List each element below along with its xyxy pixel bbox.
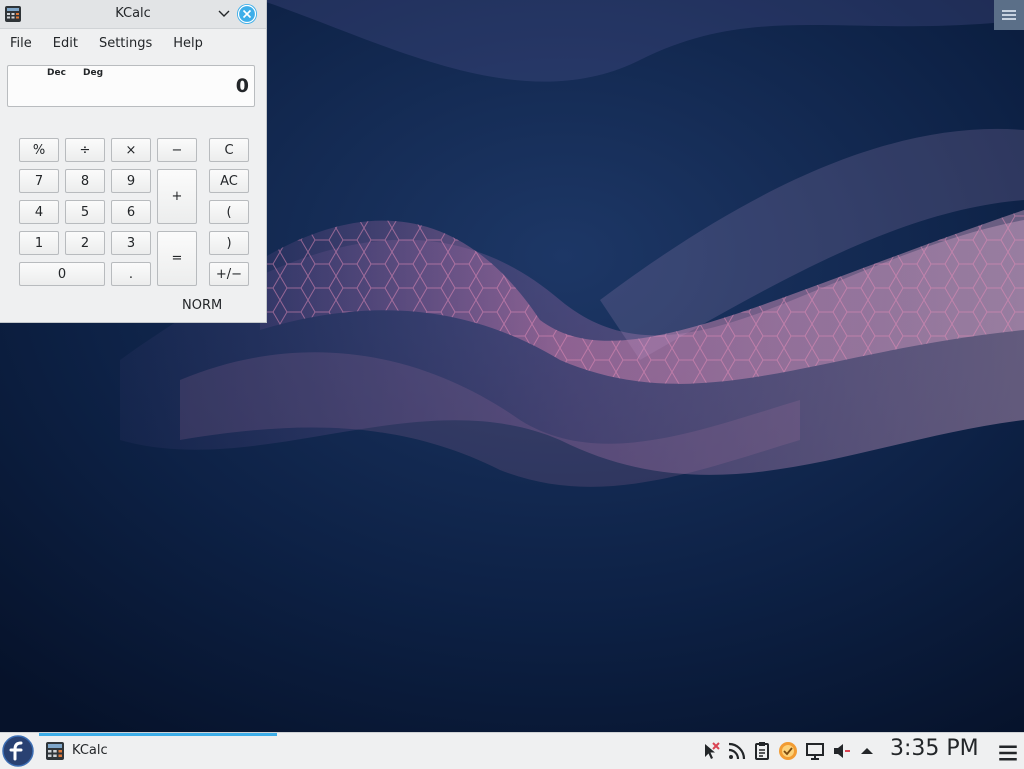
digit-3-button[interactable]: 3 bbox=[111, 231, 151, 255]
window-titlebar[interactable]: KCalc bbox=[0, 0, 266, 29]
taskbar: KCalc 3:35 PM bbox=[0, 732, 1024, 769]
decimal-button[interactable]: . bbox=[111, 262, 151, 286]
digit-8-button[interactable]: 8 bbox=[65, 169, 105, 193]
minimize-chevron-icon[interactable] bbox=[215, 6, 233, 22]
clipboard-icon[interactable] bbox=[752, 741, 772, 761]
multiply-button[interactable]: × bbox=[111, 138, 151, 162]
calculator-display[interactable]: Dec Deg 0 bbox=[7, 65, 255, 107]
status-mode-label: NORM bbox=[182, 298, 223, 313]
equals-button[interactable]: = bbox=[157, 231, 197, 286]
digit-0-button[interactable]: 0 bbox=[19, 262, 105, 286]
all-clear-button[interactable]: AC bbox=[209, 169, 249, 193]
taskbar-task-kcalc[interactable]: KCalc bbox=[39, 733, 277, 769]
digit-9-button[interactable]: 9 bbox=[111, 169, 151, 193]
menu-bar: File Edit Settings Help bbox=[0, 29, 266, 57]
display-value: 0 bbox=[235, 75, 249, 97]
kcalc-task-icon bbox=[46, 742, 64, 760]
kcalc-window: KCalc File Edit Settings Help Dec Deg 0 … bbox=[0, 0, 267, 323]
menu-edit[interactable]: Edit bbox=[47, 36, 84, 51]
sign-toggle-button[interactable]: +/− bbox=[209, 262, 249, 286]
input-method-icon[interactable] bbox=[701, 741, 721, 761]
task-label: KCalc bbox=[72, 743, 108, 758]
base-mode-indicator: Dec bbox=[47, 68, 66, 78]
clear-button[interactable]: C bbox=[209, 138, 249, 162]
digit-1-button[interactable]: 1 bbox=[19, 231, 59, 255]
updates-icon[interactable] bbox=[778, 741, 798, 761]
rss-feed-icon[interactable] bbox=[727, 741, 747, 761]
digit-2-button[interactable]: 2 bbox=[65, 231, 105, 255]
volume-muted-icon[interactable] bbox=[831, 741, 851, 761]
digit-5-button[interactable]: 5 bbox=[65, 200, 105, 224]
hamburger-icon bbox=[1002, 10, 1016, 20]
close-icon bbox=[237, 4, 257, 24]
desktop-toolbox-button[interactable] bbox=[994, 0, 1024, 30]
menu-help[interactable]: Help bbox=[167, 36, 209, 51]
menu-settings[interactable]: Settings bbox=[93, 36, 158, 51]
digit-7-button[interactable]: 7 bbox=[19, 169, 59, 193]
panel-options-icon[interactable] bbox=[998, 743, 1018, 763]
minus-button[interactable]: − bbox=[157, 138, 197, 162]
close-button[interactable] bbox=[237, 4, 257, 24]
menu-file[interactable]: File bbox=[4, 36, 38, 51]
network-wired-icon[interactable] bbox=[805, 741, 825, 761]
divide-button[interactable]: ÷ bbox=[65, 138, 105, 162]
open-paren-button[interactable]: ( bbox=[209, 200, 249, 224]
digit-4-button[interactable]: 4 bbox=[19, 200, 59, 224]
taskbar-clock[interactable]: 3:35 PM bbox=[890, 736, 979, 761]
percent-button[interactable]: % bbox=[19, 138, 59, 162]
fedora-launcher-icon[interactable] bbox=[2, 735, 34, 767]
close-paren-button[interactable]: ) bbox=[209, 231, 249, 255]
angle-mode-indicator: Deg bbox=[83, 68, 104, 78]
digit-6-button[interactable]: 6 bbox=[111, 200, 151, 224]
plus-button[interactable]: + bbox=[157, 169, 197, 224]
tray-expand-arrow-icon[interactable] bbox=[857, 741, 877, 761]
